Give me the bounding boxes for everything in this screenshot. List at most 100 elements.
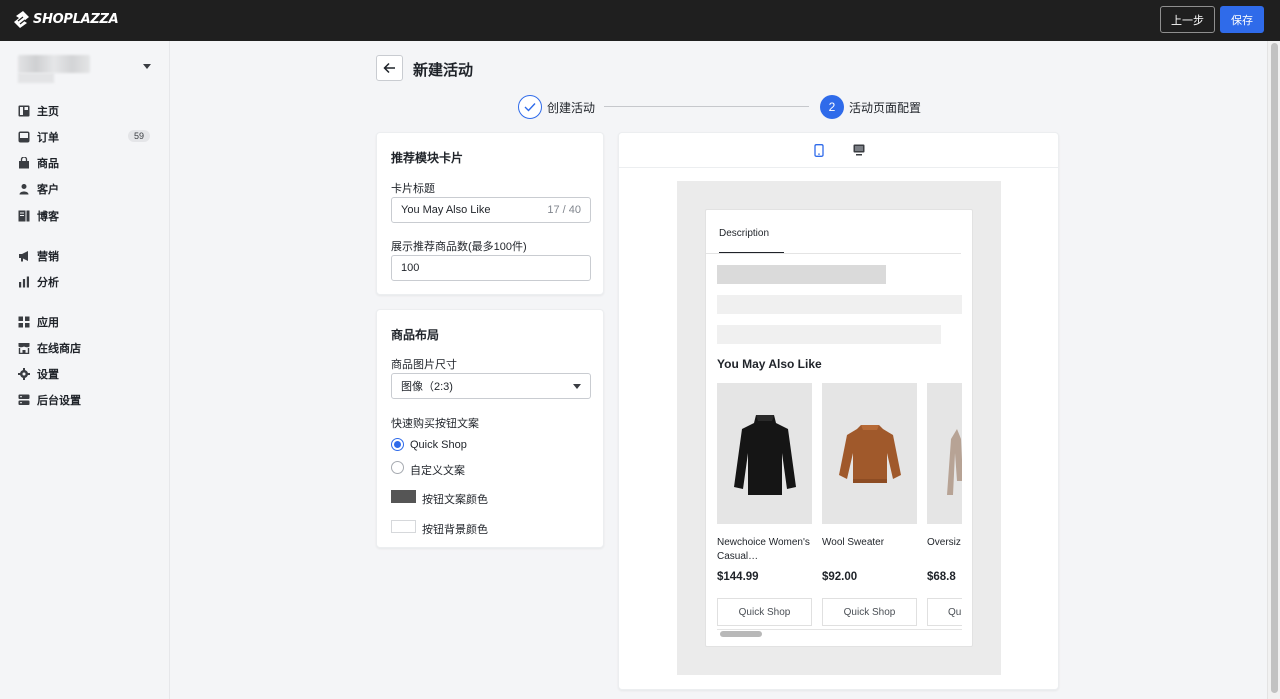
person-icon (19, 184, 29, 195)
sidebar-item-analytics[interactable]: 分析 (18, 273, 158, 291)
card-title-value: You May Also Like (401, 204, 491, 216)
sidebar-item-products[interactable]: 商品 (18, 154, 158, 172)
card-title-label: 卡片标题 (391, 183, 435, 195)
carousel-scroll-thumb[interactable] (720, 631, 762, 637)
bag-icon (19, 157, 29, 169)
recommend-module-card: 推荐模块卡片 卡片标题 You May Also Like 17 / 40 展示… (376, 132, 604, 295)
home-icon (18, 105, 30, 117)
skeleton-line (717, 325, 941, 344)
recommend-heading: You May Also Like (717, 357, 822, 371)
product-name[interactable]: Oversiz Turtlene (927, 536, 962, 566)
save-button[interactable]: 保存 (1220, 6, 1264, 33)
radio-custom-text[interactable] (391, 461, 404, 474)
radio-custom-text-label[interactable]: 自定义文案 (410, 462, 465, 478)
desktop-device-icon[interactable] (853, 144, 865, 156)
product-count-value: 100 (401, 262, 420, 274)
product-layout-card: 商品布局 商品图片尺寸 图像（2:3) 快速购买按钮文案 Quick Shop … (376, 309, 604, 548)
checkmark-icon (524, 103, 536, 112)
image-size-select[interactable]: 图像（2:3) (391, 373, 591, 399)
sidebar-item-label: 营销 (37, 251, 59, 263)
shoplazza-logo-icon (14, 11, 29, 28)
page-scrollbar-thumb[interactable] (1271, 43, 1278, 693)
page-scrollbar[interactable] (1267, 41, 1280, 699)
sidebar-item-customers[interactable]: 客户 (18, 180, 158, 198)
black-sweater-icon (733, 414, 796, 495)
image-size-label: 商品图片尺寸 (391, 359, 457, 371)
product-name[interactable]: Wool Sweater (822, 536, 917, 566)
quick-buy-label: 快速购买按钮文案 (391, 418, 479, 430)
skeleton-line (717, 265, 886, 284)
step-1-label[interactable]: 创建活动 (547, 99, 595, 116)
product-price: $68.8 (927, 571, 956, 583)
page-title: 新建活动 (413, 62, 474, 79)
sidebar-item-admin-settings[interactable]: 后台设置 (18, 391, 158, 409)
gear-icon (18, 368, 30, 380)
image-size-value: 图像（2:3) (401, 381, 453, 393)
sidebar-item-label: 主页 (37, 106, 59, 118)
brown-sweater-icon (838, 424, 901, 483)
skeleton-line (717, 295, 962, 314)
product-image[interactable] (822, 383, 917, 524)
sidebar-item-online-store[interactable]: 在线商店 (18, 339, 158, 357)
arrow-left-icon (383, 62, 395, 74)
card-title-input[interactable]: You May Also Like 17 / 40 (391, 197, 591, 223)
inbox-icon (18, 131, 30, 143)
step-2-indicator[interactable]: 2 (820, 95, 844, 119)
step-2-label[interactable]: 活动页面配置 (849, 99, 921, 116)
sidebar-item-label: 商品 (37, 158, 59, 170)
tab-description[interactable]: Description (719, 228, 769, 239)
server-icon (18, 394, 30, 405)
sidebar-item-label: 后台设置 (37, 395, 81, 407)
sidebar-item-label: 博客 (37, 211, 59, 223)
sidebar-item-apps[interactable]: 应用 (18, 313, 158, 331)
megaphone-icon (19, 251, 28, 262)
store-icon (18, 343, 30, 354)
orders-count-badge: 59 (127, 130, 150, 142)
store-name-blurred[interactable] (18, 55, 90, 83)
mobile-preview-frame: Description You May Also Like Newchoice … (705, 209, 973, 647)
apps-icon (18, 316, 30, 328)
sidebar-item-label: 分析 (37, 277, 59, 289)
tab-divider (706, 253, 961, 254)
card-heading: 推荐模块卡片 (391, 151, 464, 165)
top-bar: SHOPLAZZA 上一步 保存 (0, 0, 1280, 41)
mobile-device-icon[interactable] (814, 144, 824, 157)
sidebar-item-blog[interactable]: 博客 (18, 207, 158, 225)
button-bg-color-swatch[interactable] (391, 520, 416, 533)
button-text-color-swatch[interactable] (391, 490, 416, 503)
sidebar-item-settings[interactable]: 设置 (18, 365, 158, 383)
back-button[interactable] (376, 55, 403, 81)
bar-chart-icon (19, 276, 29, 288)
blog-icon (18, 210, 30, 222)
quick-shop-button[interactable]: Qu (927, 598, 962, 626)
button-text-color-label: 按钮文案颜色 (422, 494, 488, 506)
previous-step-button[interactable]: 上一步 (1160, 6, 1215, 33)
sidebar-item-label: 订单 (37, 132, 59, 144)
radio-quick-shop[interactable] (391, 438, 404, 451)
product-image[interactable] (717, 383, 812, 524)
quick-shop-button[interactable]: Quick Shop (717, 598, 812, 626)
product-name[interactable]: Newchoice Women's Casual… (717, 536, 812, 566)
preview-toolbar-divider (619, 167, 1058, 168)
character-counter: 17 / 40 (547, 204, 581, 216)
sidebar-item-home[interactable]: 主页 (18, 102, 158, 120)
product-price: $144.99 (717, 571, 759, 583)
sidebar-item-label: 在线商店 (37, 343, 81, 355)
product-image[interactable] (927, 383, 962, 524)
store-switch-caret-icon[interactable] (143, 64, 151, 69)
step-1-indicator[interactable] (518, 95, 542, 119)
brand-logo[interactable]: SHOPLAZZA (14, 11, 119, 28)
quick-shop-button[interactable]: Quick Shop (822, 598, 917, 626)
sidebar: 主页 订单 59 商品 客户 博客 营销 分析 应用 在线商店 设置 后台设置 (0, 41, 170, 699)
product-count-input[interactable]: 100 (391, 255, 591, 281)
beige-sweater-icon (947, 428, 962, 495)
brand-logo-text: SHOPLAZZA (33, 12, 119, 27)
sidebar-item-label: 应用 (37, 317, 59, 329)
sidebar-item-orders[interactable]: 订单 59 (18, 128, 158, 146)
radio-quick-shop-label[interactable]: Quick Shop (410, 439, 467, 451)
chevron-down-icon (573, 384, 581, 389)
product-price: $92.00 (822, 571, 858, 583)
card-heading: 商品布局 (391, 328, 440, 342)
sidebar-item-marketing[interactable]: 营销 (18, 247, 158, 265)
sidebar-item-label: 设置 (37, 369, 59, 381)
